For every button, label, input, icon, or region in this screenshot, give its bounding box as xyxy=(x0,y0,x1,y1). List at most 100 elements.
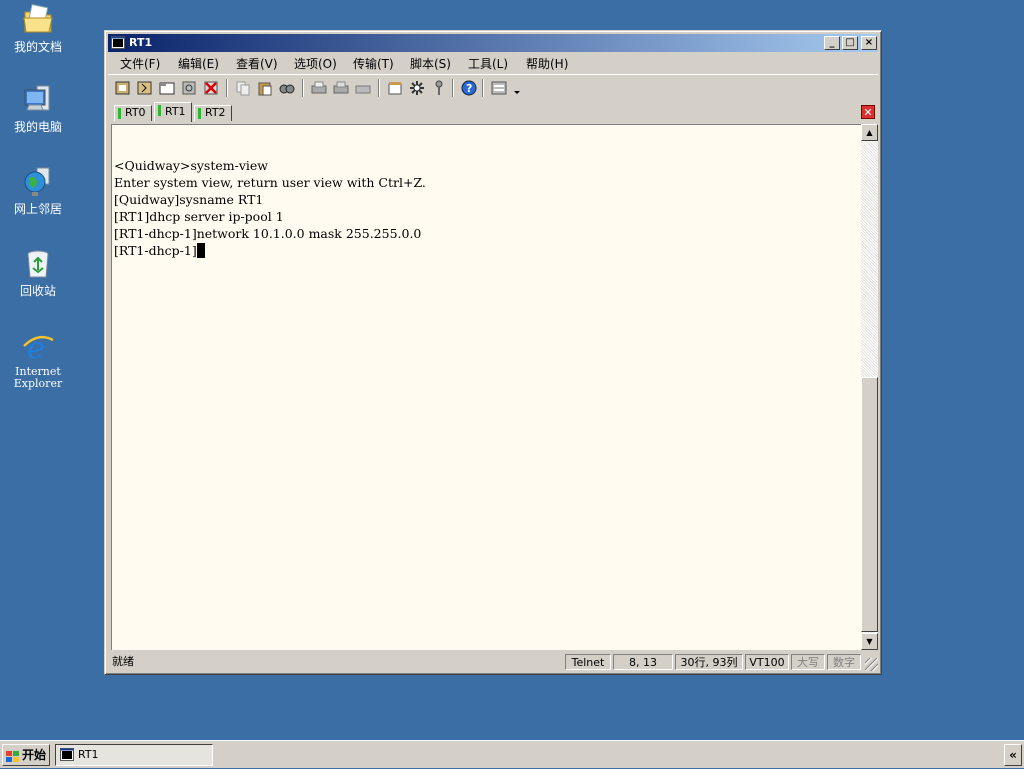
menu-bar: 文件(F) 编辑(E) 查看(V) 选项(O) 传输(T) 脚本(S) 工具(L… xyxy=(108,53,878,72)
chevron-left-icon: « xyxy=(1009,748,1017,762)
tab-rt0[interactable]: RT0 xyxy=(114,105,152,121)
quick-connect-icon[interactable] xyxy=(136,79,154,97)
connect-in-tab-icon[interactable] xyxy=(158,79,176,97)
scroll-down-button[interactable]: ▼ xyxy=(861,633,878,650)
menu-edit[interactable]: 编辑(E) xyxy=(178,55,219,72)
toolbar-separator xyxy=(302,79,304,97)
desktop-icon-network[interactable]: 网上邻居 xyxy=(4,166,72,216)
desktop-icon-label: 我的文档 xyxy=(13,40,62,54)
app-window-icon xyxy=(60,748,74,761)
find-icon[interactable] xyxy=(278,79,296,97)
desktop-icon-internet-explorer[interactable]: e Internet Explorer xyxy=(4,330,72,390)
print-setup-icon[interactable] xyxy=(354,79,372,97)
toolbar-dropdown-icon[interactable] xyxy=(512,79,522,97)
close-button[interactable]: × xyxy=(861,36,877,50)
status-protocol: Telnet xyxy=(565,654,611,670)
desktop-icon-label: 回收站 xyxy=(19,284,56,298)
terminal-line: [RT1-dhcp-1]network 10.1.0.0 mask 255.25… xyxy=(114,226,422,241)
status-ready: 就绪 xyxy=(112,655,134,668)
taskbar-item-rt1[interactable]: RT1 xyxy=(55,744,213,766)
terminal-line: [RT1]dhcp server ip-pool 1 xyxy=(114,209,284,224)
desktop-icon-recycle-bin[interactable]: 回收站 xyxy=(4,248,72,298)
arrow-up-icon: ▲ xyxy=(866,128,873,137)
connected-status-icon xyxy=(118,108,121,119)
svg-text:e: e xyxy=(27,331,45,362)
session-tab-bar: RT0 RT1 RT2 ✕ xyxy=(108,102,878,122)
status-cursor-position: 8, 13 xyxy=(613,654,673,670)
start-button[interactable]: 开始 xyxy=(2,744,50,766)
toolbar-separator xyxy=(378,79,380,97)
start-label: 开始 xyxy=(22,748,47,762)
close-tab-icon: ✕ xyxy=(863,106,873,119)
svg-text:?: ? xyxy=(466,82,472,95)
app-window-icon xyxy=(111,36,125,49)
toolbar-separator xyxy=(482,79,484,97)
tab-label: RT0 xyxy=(125,106,146,119)
menu-file[interactable]: 文件(F) xyxy=(120,55,160,72)
menu-view[interactable]: 查看(V) xyxy=(236,55,278,72)
internet-explorer-icon: e xyxy=(21,330,55,366)
minimize-button[interactable]: _ xyxy=(824,36,840,50)
recycle-bin-icon xyxy=(21,248,55,280)
windows-logo-icon xyxy=(6,749,19,762)
securecrt-window: RT1 _ □ × 文件(F) 编辑(E) 查看(V) 选项(O) 传输(T) … xyxy=(104,30,882,675)
show-hidden-icons-button[interactable]: « xyxy=(1004,744,1022,766)
status-num-lock: 数字 xyxy=(827,654,861,670)
maximize-button[interactable]: □ xyxy=(842,36,858,50)
tab-rt2[interactable]: RT2 xyxy=(194,105,232,121)
menu-help[interactable]: 帮助(H) xyxy=(526,55,568,72)
menu-transfer[interactable]: 传输(T) xyxy=(353,55,394,72)
toolbar-separator xyxy=(452,79,454,97)
terminal-prompt: [RT1-dhcp-1] xyxy=(114,243,197,258)
desktop-icon-label: 网上邻居 xyxy=(13,202,62,216)
desktop-icon-my-computer[interactable]: 我的电脑 xyxy=(4,84,72,134)
network-globe-icon xyxy=(21,166,55,198)
print-selection-icon[interactable] xyxy=(332,79,350,97)
status-terminal-size: 30行, 93列 xyxy=(675,654,743,670)
status-bar: 就绪 Telnet 8, 13 30行, 93列 VT100 大写 数字 xyxy=(108,653,878,671)
close-tab-button[interactable]: ✕ xyxy=(861,105,875,119)
terminal-line: Enter system view, return user view with… xyxy=(114,175,426,190)
global-options-icon[interactable] xyxy=(408,79,426,97)
arrow-down-icon: ▼ xyxy=(866,637,873,646)
desktop-icon-label: Internet Explorer xyxy=(13,365,63,390)
resize-grip-icon[interactable] xyxy=(865,658,878,671)
toolbar-separator xyxy=(226,79,228,97)
folder-icon xyxy=(21,3,55,36)
terminal-line: <Quidway>system-view xyxy=(114,158,269,173)
taskbar-item-label: RT1 xyxy=(78,748,99,761)
connect-icon[interactable] xyxy=(114,79,132,97)
connected-status-icon xyxy=(158,105,161,116)
terminal-cursor xyxy=(196,243,205,258)
desktop-icon-my-documents[interactable]: 我的文档 xyxy=(4,3,72,54)
status-caps-lock: 大写 xyxy=(791,654,825,670)
tab-label: RT2 xyxy=(205,106,226,119)
terminal-line: [Quidway]sysname RT1 xyxy=(114,192,264,207)
help-icon[interactable]: ? xyxy=(460,79,478,97)
scrollbar-thumb[interactable] xyxy=(861,377,878,632)
keymap-icon[interactable] xyxy=(490,79,508,97)
print-icon[interactable] xyxy=(310,79,328,97)
toolbar: ? xyxy=(108,74,878,101)
menu-tools[interactable]: 工具(L) xyxy=(468,55,508,72)
menu-script[interactable]: 脚本(S) xyxy=(410,55,451,72)
tab-rt1[interactable]: RT1 xyxy=(154,102,192,122)
tab-label: RT1 xyxy=(165,105,186,118)
menu-options[interactable]: 选项(O) xyxy=(294,55,337,72)
computer-icon xyxy=(21,84,55,116)
status-emulation: VT100 xyxy=(745,654,789,670)
vertical-scrollbar[interactable]: ▲ ▼ xyxy=(861,124,878,650)
title-bar[interactable]: RT1 _ □ × xyxy=(108,34,878,52)
key-icon[interactable] xyxy=(430,79,448,97)
close-icon: × xyxy=(864,37,874,48)
maximize-icon: □ xyxy=(845,37,855,48)
copy-icon[interactable] xyxy=(234,79,252,97)
disconnect-icon[interactable] xyxy=(202,79,220,97)
paste-icon[interactable] xyxy=(256,79,274,97)
desktop-icon-label: 我的电脑 xyxy=(13,120,62,134)
reconnect-icon[interactable] xyxy=(180,79,198,97)
terminal-prompt-line: [RT1-dhcp-1] xyxy=(114,242,205,259)
session-options-icon[interactable] xyxy=(386,79,404,97)
scroll-up-button[interactable]: ▲ xyxy=(861,124,878,141)
terminal-output[interactable]: <Quidway>system-view Enter system view, … xyxy=(111,124,861,650)
